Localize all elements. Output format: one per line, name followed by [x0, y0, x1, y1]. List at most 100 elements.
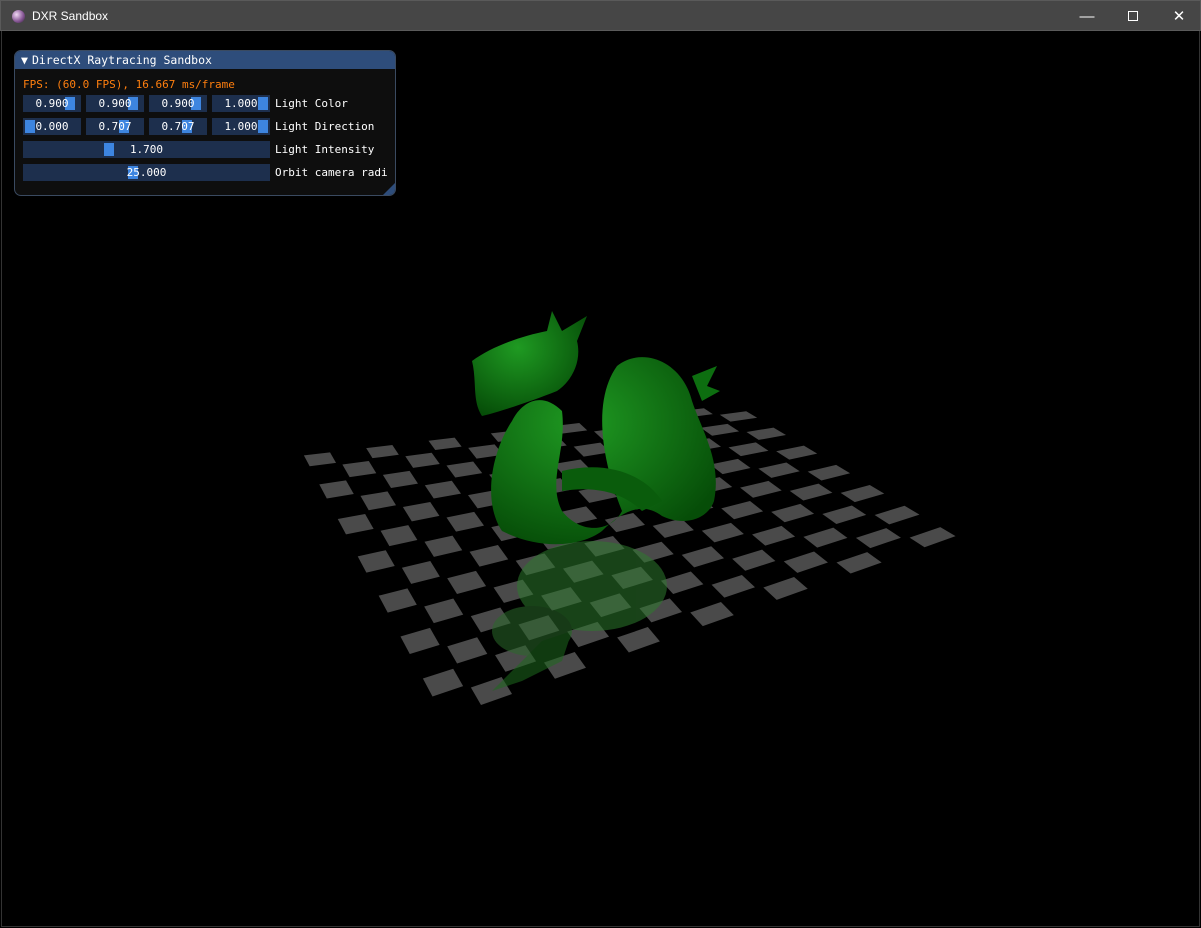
floor-tile — [401, 561, 440, 584]
maximize-button[interactable] — [1110, 1, 1156, 31]
floor-tile — [360, 491, 397, 511]
minimize-button[interactable]: — — [1064, 1, 1110, 31]
slider[interactable]: 25.000 — [23, 164, 270, 181]
floor-tile — [617, 627, 660, 653]
floor-tile — [428, 437, 462, 451]
slider[interactable]: 1.700 — [23, 141, 270, 158]
imgui-panel[interactable]: ▼ DirectX Raytracing Sandbox FPS: (60.0 F… — [14, 50, 396, 196]
window-title: DXR Sandbox — [32, 9, 109, 23]
collapse-triangle-icon[interactable]: ▼ — [21, 53, 28, 67]
slider-label: Light Intensity — [275, 143, 375, 156]
floor-tile — [652, 518, 694, 538]
floor-tile — [380, 525, 418, 547]
slider[interactable]: 0.900 — [23, 95, 81, 112]
floor-tile — [446, 511, 485, 532]
floor-tile — [319, 480, 354, 499]
slider-grab[interactable] — [258, 120, 268, 133]
floor-tile — [405, 452, 440, 468]
slider-row: 1.700 Light Intensity — [23, 141, 374, 158]
floor-tile — [701, 522, 744, 543]
floor-tile — [378, 588, 417, 613]
slider-value: 25.000 — [126, 166, 167, 179]
slider-label: Light Direction — [275, 120, 375, 133]
close-button[interactable]: ✕ — [1156, 1, 1201, 31]
close-icon: ✕ — [1172, 8, 1186, 25]
floor-tile — [719, 411, 758, 422]
slider[interactable]: 0.707 — [86, 118, 144, 135]
floor-tile — [711, 574, 755, 598]
slider-label: Orbit camera radi — [275, 166, 388, 179]
floor-tile — [758, 462, 800, 478]
slider-value: 0.707 — [161, 120, 195, 133]
slider-value: 0.900 — [161, 97, 195, 110]
floor-tile — [446, 461, 483, 478]
floor-tile — [776, 445, 818, 460]
slider[interactable]: 1.000 — [212, 95, 270, 112]
floor-tile — [402, 502, 440, 522]
floor-tile — [822, 505, 867, 524]
title-bar: DXR Sandbox — ✕ — [0, 0, 1201, 31]
slider[interactable]: 0.900 — [149, 95, 207, 112]
floor-tile — [700, 423, 740, 436]
floor-tile — [357, 550, 395, 573]
floor-tile — [422, 668, 464, 697]
slider-label: Light Color — [275, 97, 348, 110]
floor-tile — [447, 570, 487, 594]
floor-tile — [424, 535, 463, 557]
slider-row: 0.000 0.707 0.707 1.000 Light Direction — [23, 118, 374, 135]
panel-title: DirectX Raytracing Sandbox — [31, 53, 212, 67]
slider-grab[interactable] — [25, 120, 35, 133]
fps-readout: FPS: (60.0 FPS), 16.667 ms/frame — [23, 78, 235, 91]
slider-value: 1.700 — [129, 143, 164, 156]
floor-tile — [732, 549, 776, 571]
resize-grip[interactable] — [383, 183, 395, 195]
panel-header[interactable]: ▼ DirectX Raytracing Sandbox — [15, 51, 395, 69]
floor-tile — [342, 461, 377, 478]
floor-tile — [604, 512, 645, 533]
floor-tile — [728, 442, 769, 457]
maximize-icon — [1128, 11, 1138, 21]
render-viewport[interactable]: ▼ DirectX Raytracing Sandbox FPS: (60.0 F… — [1, 31, 1200, 927]
floor-tile — [710, 458, 751, 475]
slider-value: 1.000 — [224, 97, 258, 110]
app-icon — [12, 10, 25, 23]
slider[interactable]: 0.707 — [149, 118, 207, 135]
floor-tile — [424, 598, 464, 624]
dragon-model — [472, 311, 720, 545]
floor-tile — [366, 444, 399, 459]
floor-tile — [803, 527, 848, 548]
floor-tile — [836, 552, 882, 574]
floor-tile — [855, 528, 901, 549]
slider-grab[interactable] — [104, 143, 115, 156]
floor-tile — [763, 577, 808, 600]
floor-tile — [721, 501, 764, 520]
floor-tile — [337, 513, 374, 535]
floor-tile — [469, 545, 509, 567]
floor-tile — [909, 527, 956, 548]
floor-tile — [400, 627, 440, 655]
floor-tile — [681, 546, 725, 568]
minimize-icon: — — [1079, 7, 1095, 25]
floor-tile — [771, 503, 815, 523]
floor-tile — [303, 452, 337, 467]
floor-tile — [783, 551, 828, 573]
slider-value: 0.900 — [35, 97, 69, 110]
slider[interactable]: 0.900 — [86, 95, 144, 112]
floor-tile — [746, 427, 786, 440]
slider-value: 0.900 — [98, 97, 132, 110]
floor-tile — [740, 480, 782, 498]
slider-row: 0.900 0.900 0.900 1.000 Light Color — [23, 95, 348, 112]
floor-tile — [382, 470, 419, 488]
slider-grab[interactable] — [258, 97, 268, 110]
slider[interactable]: 0.000 — [23, 118, 81, 135]
floor-tile — [660, 571, 704, 594]
floor-tile — [874, 505, 920, 525]
slider[interactable]: 1.000 — [212, 118, 270, 135]
slider-value: 1.000 — [224, 120, 258, 133]
floor-tile — [840, 484, 885, 503]
floor-tile — [807, 464, 851, 481]
slider-value: 0.707 — [98, 120, 132, 133]
floor-tile — [447, 637, 488, 664]
slider-value: 0.000 — [35, 120, 69, 133]
floor-tile — [424, 480, 462, 499]
